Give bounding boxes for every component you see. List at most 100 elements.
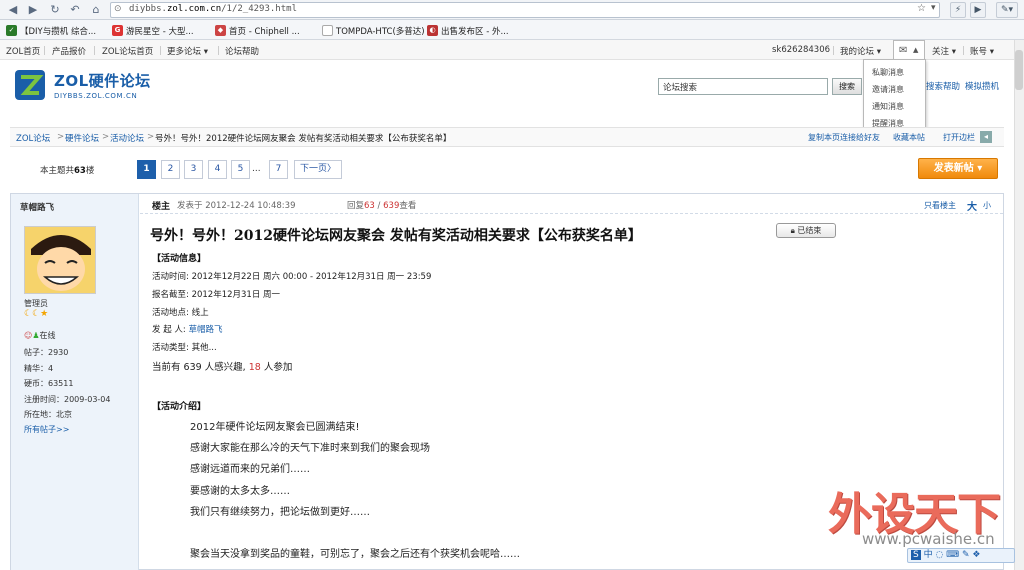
divider	[160, 46, 161, 55]
url-domain: zol.com.cn	[166, 4, 222, 14]
author-coins: 硬币：63511	[24, 379, 74, 388]
url-path: /1/2_4293.html	[221, 4, 297, 14]
replies-count: 63	[364, 201, 375, 211]
menu-private-messages[interactable]: 私聊消息	[872, 67, 904, 78]
wrench-icon[interactable]: ✎▾	[996, 2, 1018, 18]
my-forum-menu[interactable]: 我的论坛 ▾	[840, 45, 881, 57]
mock-build-link[interactable]: 模拟攒机	[965, 80, 999, 92]
page-5[interactable]: 5	[231, 160, 250, 179]
bookmark-chiphell[interactable]: ◆ 首页 - Chiphell ...	[215, 24, 300, 37]
intro-line: 要感谢的太多太多……	[190, 486, 290, 497]
username-link[interactable]: sk626284306	[772, 45, 830, 55]
open-sidebar-link[interactable]: 打开边栏	[943, 132, 975, 143]
intro-line: 感谢大家能在那么冷的天气下准时来到我们的聚会现场	[190, 443, 430, 454]
only-author-link[interactable]: 只看楼主	[924, 200, 956, 211]
favorite-link[interactable]: 收藏本帖	[893, 132, 925, 143]
forum-search-input[interactable]: 论坛搜索	[658, 78, 828, 95]
author-name[interactable]: 草帽路飞	[20, 201, 54, 213]
avatar[interactable]	[24, 226, 96, 294]
page-2[interactable]: 2	[161, 160, 180, 179]
organizer-label: 发 起 人:	[152, 325, 186, 335]
search-button[interactable]: 搜索	[832, 78, 862, 95]
reload-icon[interactable]: ↻	[48, 3, 62, 17]
account-menu[interactable]: 账号 ▾	[970, 45, 994, 57]
page-scrollbar[interactable]	[1014, 40, 1024, 570]
all-posts-link[interactable]: 所有帖子>>	[24, 424, 69, 435]
activity-time-label: 活动时间:	[152, 272, 189, 282]
next-page-button[interactable]: 下一页〉	[294, 160, 342, 179]
star-icon[interactable]: ☆	[917, 3, 926, 14]
nav-more-forums[interactable]: 更多论坛 ▾	[167, 45, 208, 57]
dropdown-icon[interactable]: ▾	[931, 3, 936, 13]
zol-logo-icon[interactable]	[14, 69, 46, 101]
online-status-label: 在线	[39, 331, 56, 340]
organizer-link[interactable]: 草帽路飞	[188, 325, 222, 335]
nav-zol-home[interactable]: ZOL首页	[6, 45, 40, 57]
divider	[218, 46, 219, 55]
author-posts: 帖子：2930	[24, 348, 69, 357]
organizer-row: 发 起 人: 草帽路飞	[152, 323, 223, 335]
site-top-nav: ZOL首页 产品报价 ZOL论坛首页 更多论坛 ▾ 论坛帮助 sk6262843…	[0, 40, 1014, 60]
divider	[44, 46, 45, 55]
address-bar[interactable]: ⊙ diybbs.zol.com.cn/1/2_4293.html ☆ ▾	[110, 2, 940, 18]
crumb-zol-forum[interactable]: ZOL论坛	[16, 132, 50, 144]
intro-line: 聚会当天没拿到奖品的童鞋，可别忘了，聚会之后还有个获奖机会呢哈……	[190, 549, 520, 560]
copy-link[interactable]: 复制本页连接给好友	[808, 132, 880, 143]
nav-forum-home[interactable]: ZOL论坛首页	[102, 45, 153, 57]
font-large-button[interactable]: 大	[967, 198, 977, 213]
activity-time-value: 2012年12月22日 周六 00:00 - 2012年12月31日 周一 23…	[191, 272, 432, 282]
sidebar-toggle-icon[interactable]: ◂	[980, 131, 992, 143]
rank-stars-icon: ☾☾★	[24, 309, 49, 319]
bookmark-diy[interactable]: ✓ 【DIY与攒机 综合...	[6, 24, 96, 37]
posted-at: 发表于 2012-12-24 10:48:39	[177, 201, 296, 211]
scrollbar-thumb[interactable]	[1015, 50, 1023, 90]
reply-view-count: 回复63 / 639查看	[347, 201, 417, 211]
nav-price[interactable]: 产品报价	[52, 45, 86, 57]
crumb-activity[interactable]: 活动论坛	[110, 132, 144, 144]
post-header: 楼主 发表于 2012-12-24 10:48:39 回复63 / 639查看 …	[140, 194, 1003, 214]
intro-line: 我们只有继续努力，把论坛做到更好……	[190, 507, 370, 518]
follow-menu[interactable]: 关注 ▾	[932, 45, 956, 57]
page-icon: ⊙	[114, 4, 122, 14]
ended-label: 已结束	[797, 226, 822, 235]
browser-toolbar: ◀ ▶ ↻ ↶ ⌂ ⊙ diybbs.zol.com.cn/1/2_4293.h…	[0, 0, 1024, 20]
page-1[interactable]: 1	[137, 160, 156, 179]
crumb-current: 号外！号外！2012硬件论坛网友聚会 发帖有奖活动相关要求【公布获奖名单】	[155, 134, 452, 144]
flash-icon[interactable]: ⚡	[950, 2, 966, 18]
crumb-sep: >	[57, 132, 65, 142]
deadline-row: 报名截至: 2012年12月31日 周一	[152, 288, 280, 300]
topic-count-suffix: 楼	[85, 166, 95, 176]
font-small-button[interactable]: 小	[983, 200, 991, 211]
post-title: 号外！号外！2012硬件论坛网友聚会 发帖有奖活动相关要求【公布获奖名单】	[150, 228, 642, 244]
floor-label: 楼主	[152, 202, 171, 212]
crumb-sep: >	[147, 132, 155, 142]
page-ellipsis: ...	[252, 164, 261, 174]
post-new-button[interactable]: 发表新帖 ▾	[918, 158, 998, 179]
page-last[interactable]: 7	[269, 160, 288, 179]
ime-toolbar[interactable]: S 中 ◌ ⌨ ✎ ❖	[907, 548, 1015, 563]
crumb-hardware[interactable]: 硬件论坛	[65, 132, 99, 144]
home-icon[interactable]: ⌂	[89, 3, 103, 17]
menu-invitations[interactable]: 邀请消息	[872, 84, 904, 95]
menu-notifications[interactable]: 通知消息	[872, 101, 904, 112]
place-row: 活动地点: 线上	[152, 306, 209, 318]
play-icon[interactable]: ▶	[970, 2, 986, 18]
ime-status: 中 ◌ ⌨ ✎ ❖	[923, 550, 981, 560]
author-digest: 精华：4	[24, 364, 54, 373]
bookmark-sale[interactable]: ◐ 出售发布区 - 外...	[427, 24, 509, 37]
views-count: 639	[383, 201, 400, 211]
bookmark-gamersky[interactable]: G 游民星空 - 大型...	[112, 24, 194, 37]
back-icon[interactable]: ◀	[6, 3, 20, 17]
chiphell-icon: ◆	[215, 25, 226, 36]
type-row: 活动类型: 其他...	[152, 341, 217, 353]
type-label: 活动类型:	[152, 343, 189, 353]
bookmark-tompda[interactable]: TOMPDA-HTC(多普达)	[322, 24, 425, 37]
place-value: 线上	[191, 308, 209, 318]
page-4[interactable]: 4	[208, 160, 227, 179]
search-help-link[interactable]: 搜索帮助	[926, 80, 960, 92]
forward-icon[interactable]: ▶	[26, 3, 40, 17]
nav-help[interactable]: 论坛帮助	[225, 45, 259, 57]
message-menu-button[interactable]: ✉ ▲	[893, 40, 925, 60]
page-3[interactable]: 3	[184, 160, 203, 179]
undo-icon[interactable]: ↶	[68, 3, 82, 17]
